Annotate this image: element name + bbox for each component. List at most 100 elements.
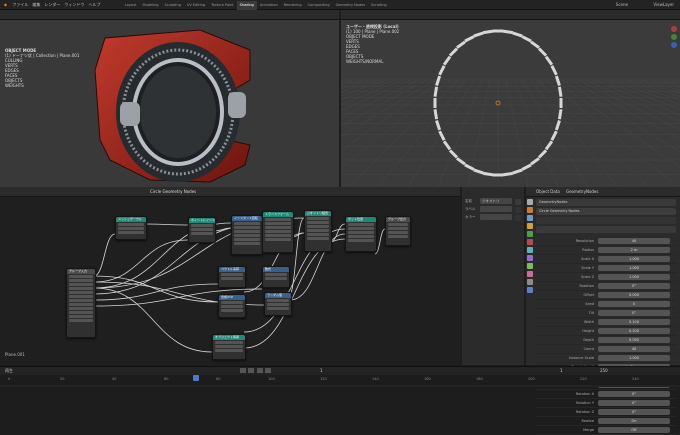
view-layer-selector[interactable]: ViewLayer — [653, 0, 674, 9]
node-socket-field[interactable] — [215, 341, 243, 344]
node-socket-field[interactable] — [69, 279, 93, 282]
node-socket-field[interactable] — [69, 311, 93, 314]
play-reverse-icon[interactable] — [248, 368, 255, 373]
workspace-tab-2[interactable]: Sculpting — [161, 1, 183, 10]
node-socket-field[interactable] — [267, 299, 289, 302]
property-value-field[interactable]: On — [598, 418, 670, 424]
sidebar-tabs[interactable] — [514, 197, 522, 223]
node-socket-field[interactable] — [191, 228, 213, 231]
node-socket-field[interactable] — [267, 307, 289, 310]
property-value-field[interactable]: 0.100 — [598, 319, 670, 325]
node-socket-field[interactable] — [221, 277, 243, 280]
node-socket-field[interactable] — [221, 301, 243, 304]
property-value-field[interactable]: 0° — [598, 400, 670, 406]
sidebar-field-value[interactable] — [480, 206, 512, 212]
node-n4[interactable]: インスタンス回転 — [231, 215, 263, 255]
node-title[interactable]: セット位置 — [346, 217, 376, 222]
jump-start-icon[interactable] — [240, 368, 246, 373]
node-socket-field[interactable] — [69, 299, 93, 302]
node-socket-field[interactable] — [388, 227, 408, 230]
node-socket-field[interactable] — [221, 305, 243, 308]
current-frame-field[interactable]: 1 — [320, 368, 323, 373]
node-socket-field[interactable] — [348, 235, 374, 238]
property-value-field[interactable]: 0° — [598, 409, 670, 415]
tab-object-data[interactable]: Object Data — [536, 189, 560, 194]
jump-end-icon[interactable] — [264, 368, 271, 373]
node-socket-field[interactable] — [265, 218, 291, 221]
node-socket-field[interactable] — [118, 223, 144, 226]
node-socket-field[interactable] — [215, 349, 243, 352]
node-socket-field[interactable] — [69, 295, 93, 298]
properties-tab-icon[interactable] — [527, 287, 533, 293]
node-socket-field[interactable] — [388, 231, 408, 234]
node-group-selector[interactable]: Circle Geometry Nodes — [536, 208, 676, 215]
node-socket-field[interactable] — [307, 221, 329, 224]
play-icon[interactable] — [256, 368, 263, 373]
node-socket-field[interactable] — [307, 237, 329, 240]
sidebar-field-value[interactable]: ジオメトリ — [480, 198, 512, 204]
node-socket-field[interactable] — [69, 275, 93, 278]
properties-tab-column[interactable] — [526, 197, 534, 295]
end-frame-field[interactable]: 250 — [600, 368, 608, 373]
node-group-name[interactable]: Circle Geometry Nodes — [150, 189, 196, 194]
node-socket-field[interactable] — [191, 232, 213, 235]
node-socket-field[interactable] — [118, 231, 144, 234]
sidebar-tab-node[interactable] — [515, 199, 521, 205]
node-socket-field[interactable] — [265, 277, 287, 280]
property-value-field[interactable]: 2 m — [598, 247, 670, 253]
node-socket-field[interactable] — [191, 224, 213, 227]
modifier-subpanel[interactable] — [536, 226, 676, 233]
workspace-tab-6[interactable]: Animation — [257, 1, 281, 10]
property-value-field[interactable]: 1.000 — [598, 265, 670, 271]
node-n12[interactable]: ランダム値 — [264, 292, 292, 316]
node-socket-field[interactable] — [215, 345, 243, 348]
node-socket-field[interactable] — [348, 227, 374, 230]
timeline[interactable]: 再生 1 1 250 0 20 40 60 80 100 120 140 160 180 200 22… — [0, 366, 680, 387]
node-n5[interactable]: トランスフォーム — [262, 211, 294, 253]
object-3d-model[interactable] — [0, 20, 339, 187]
menu-item-1[interactable]: 編集 — [32, 0, 40, 9]
node-socket-field[interactable] — [348, 239, 374, 242]
sidebar-tab-tool[interactable] — [515, 207, 521, 213]
node-title[interactable]: ベクトル演算 — [219, 267, 245, 272]
node-socket-field[interactable] — [69, 319, 93, 322]
node-socket-field[interactable] — [234, 222, 260, 225]
start-frame-field[interactable]: 1 — [560, 368, 563, 373]
node-socket-field[interactable] — [388, 223, 408, 226]
workspace-tab-3[interactable]: UV Editing — [184, 1, 208, 10]
node-socket-field[interactable] — [69, 315, 93, 318]
properties-tab-icon[interactable] — [527, 223, 533, 229]
node-title[interactable]: インスタンス回転 — [232, 216, 262, 221]
node-n9[interactable]: ベクトル演算 — [218, 266, 246, 288]
instanced-ring[interactable] — [341, 20, 680, 187]
property-value-field[interactable]: 0.050 — [598, 337, 670, 343]
workspace-tab-8[interactable]: Compositing — [305, 1, 333, 10]
workspace-tab-5[interactable]: Shading — [236, 1, 257, 10]
node-n3[interactable]: ポイントにインスタンス — [188, 217, 216, 243]
property-value-field[interactable]: 1.000 — [598, 274, 670, 280]
node-title[interactable]: 数式 — [263, 267, 289, 272]
properties-tab-icon[interactable] — [527, 255, 533, 261]
workspace-tab-4[interactable]: Texture Paint — [208, 1, 237, 10]
node-socket-field[interactable] — [118, 227, 144, 230]
properties-tab-icon[interactable] — [527, 279, 533, 285]
property-value-field[interactable]: 0° — [598, 283, 670, 289]
node-title[interactable]: トランスフォーム — [263, 212, 293, 217]
node-socket-field[interactable] — [307, 225, 329, 228]
node-n1[interactable]: グループ入力 — [66, 268, 96, 338]
node-socket-field[interactable] — [221, 309, 243, 312]
node-title[interactable]: ジオメトリ結合 — [305, 211, 331, 216]
properties-tab-icon[interactable] — [527, 215, 533, 221]
property-value-field[interactable]: 0.200 — [598, 328, 670, 334]
node-socket-field[interactable] — [307, 217, 329, 220]
node-socket-field[interactable] — [265, 226, 291, 229]
node-socket-field[interactable] — [265, 273, 287, 276]
node-socket-field[interactable] — [307, 229, 329, 232]
node-n2[interactable]: メッシュサークル — [115, 216, 147, 240]
workspace-tab-7[interactable]: Rendering — [281, 1, 305, 10]
node-socket-field[interactable] — [348, 231, 374, 234]
properties-tab-icon[interactable] — [527, 207, 533, 213]
node-socket-field[interactable] — [69, 287, 93, 290]
property-value-field[interactable]: 1.000 — [598, 355, 670, 361]
node-socket-field[interactable] — [388, 235, 408, 238]
